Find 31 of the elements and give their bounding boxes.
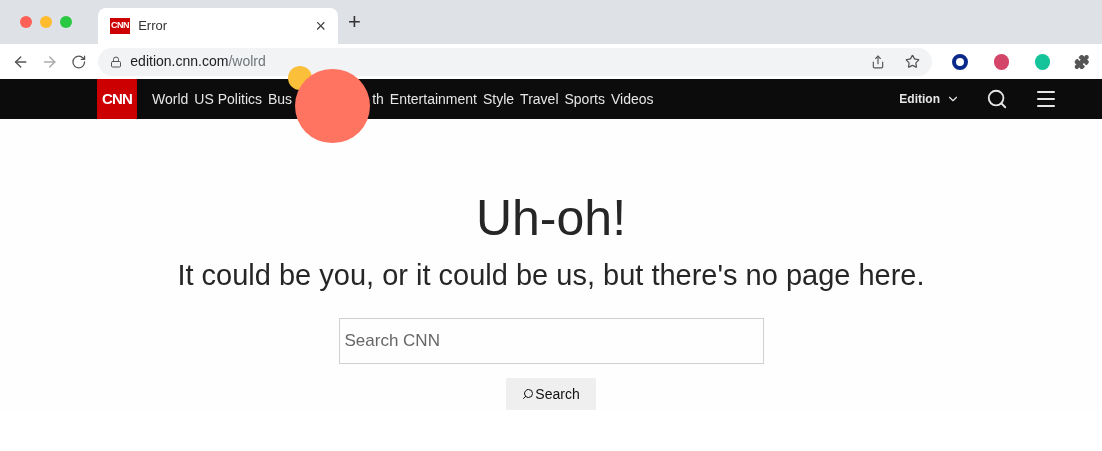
search-button[interactable]: Search <box>506 378 596 410</box>
search-icon <box>522 388 535 400</box>
nav-link[interactable]: Travel <box>520 88 559 110</box>
share-icon[interactable] <box>870 54 885 69</box>
nav-link[interactable]: Entertainment <box>389 88 477 110</box>
tab-title: Error <box>138 17 169 36</box>
star-icon[interactable] <box>904 54 920 69</box>
edition-dropdown[interactable]: Edition <box>899 90 960 108</box>
nav-link[interactable]: Style <box>483 88 515 110</box>
nav-link[interactable]: Sports <box>564 88 605 110</box>
nav-link[interactable]: Bus <box>268 88 293 110</box>
reload-icon[interactable] <box>70 53 87 70</box>
search-field[interactable]: Search CNN <box>338 318 764 364</box>
favicon: CNN <box>110 18 131 34</box>
browser-tab[interactable]: CNN Error × <box>98 8 338 44</box>
puzzle-icon[interactable] <box>1074 53 1090 70</box>
search-icon[interactable] <box>986 88 1008 110</box>
url-path: /wolrd <box>228 53 266 69</box>
url-host: edition.cnn.com <box>130 53 229 69</box>
new-tab-button[interactable]: + <box>348 11 361 33</box>
error-message: It could be you, or it could be us, but there's no page here. <box>177 261 925 290</box>
ring-extension-icon[interactable] <box>951 53 968 70</box>
nav-link[interactable]: World <box>152 88 189 110</box>
cnn-logo[interactable]: CNN <box>97 79 137 119</box>
nav-link[interactable]: th <box>372 88 384 110</box>
tab-close-button[interactable]: × <box>315 17 326 35</box>
lock-icon <box>110 55 123 68</box>
address-bar[interactable]: edition.cnn.com/wolrd <box>98 47 932 76</box>
error-heading: Uh-oh! <box>475 193 627 243</box>
nav-link[interactable]: US Politics <box>194 88 262 110</box>
nav-link[interactable]: Videos <box>610 88 654 110</box>
